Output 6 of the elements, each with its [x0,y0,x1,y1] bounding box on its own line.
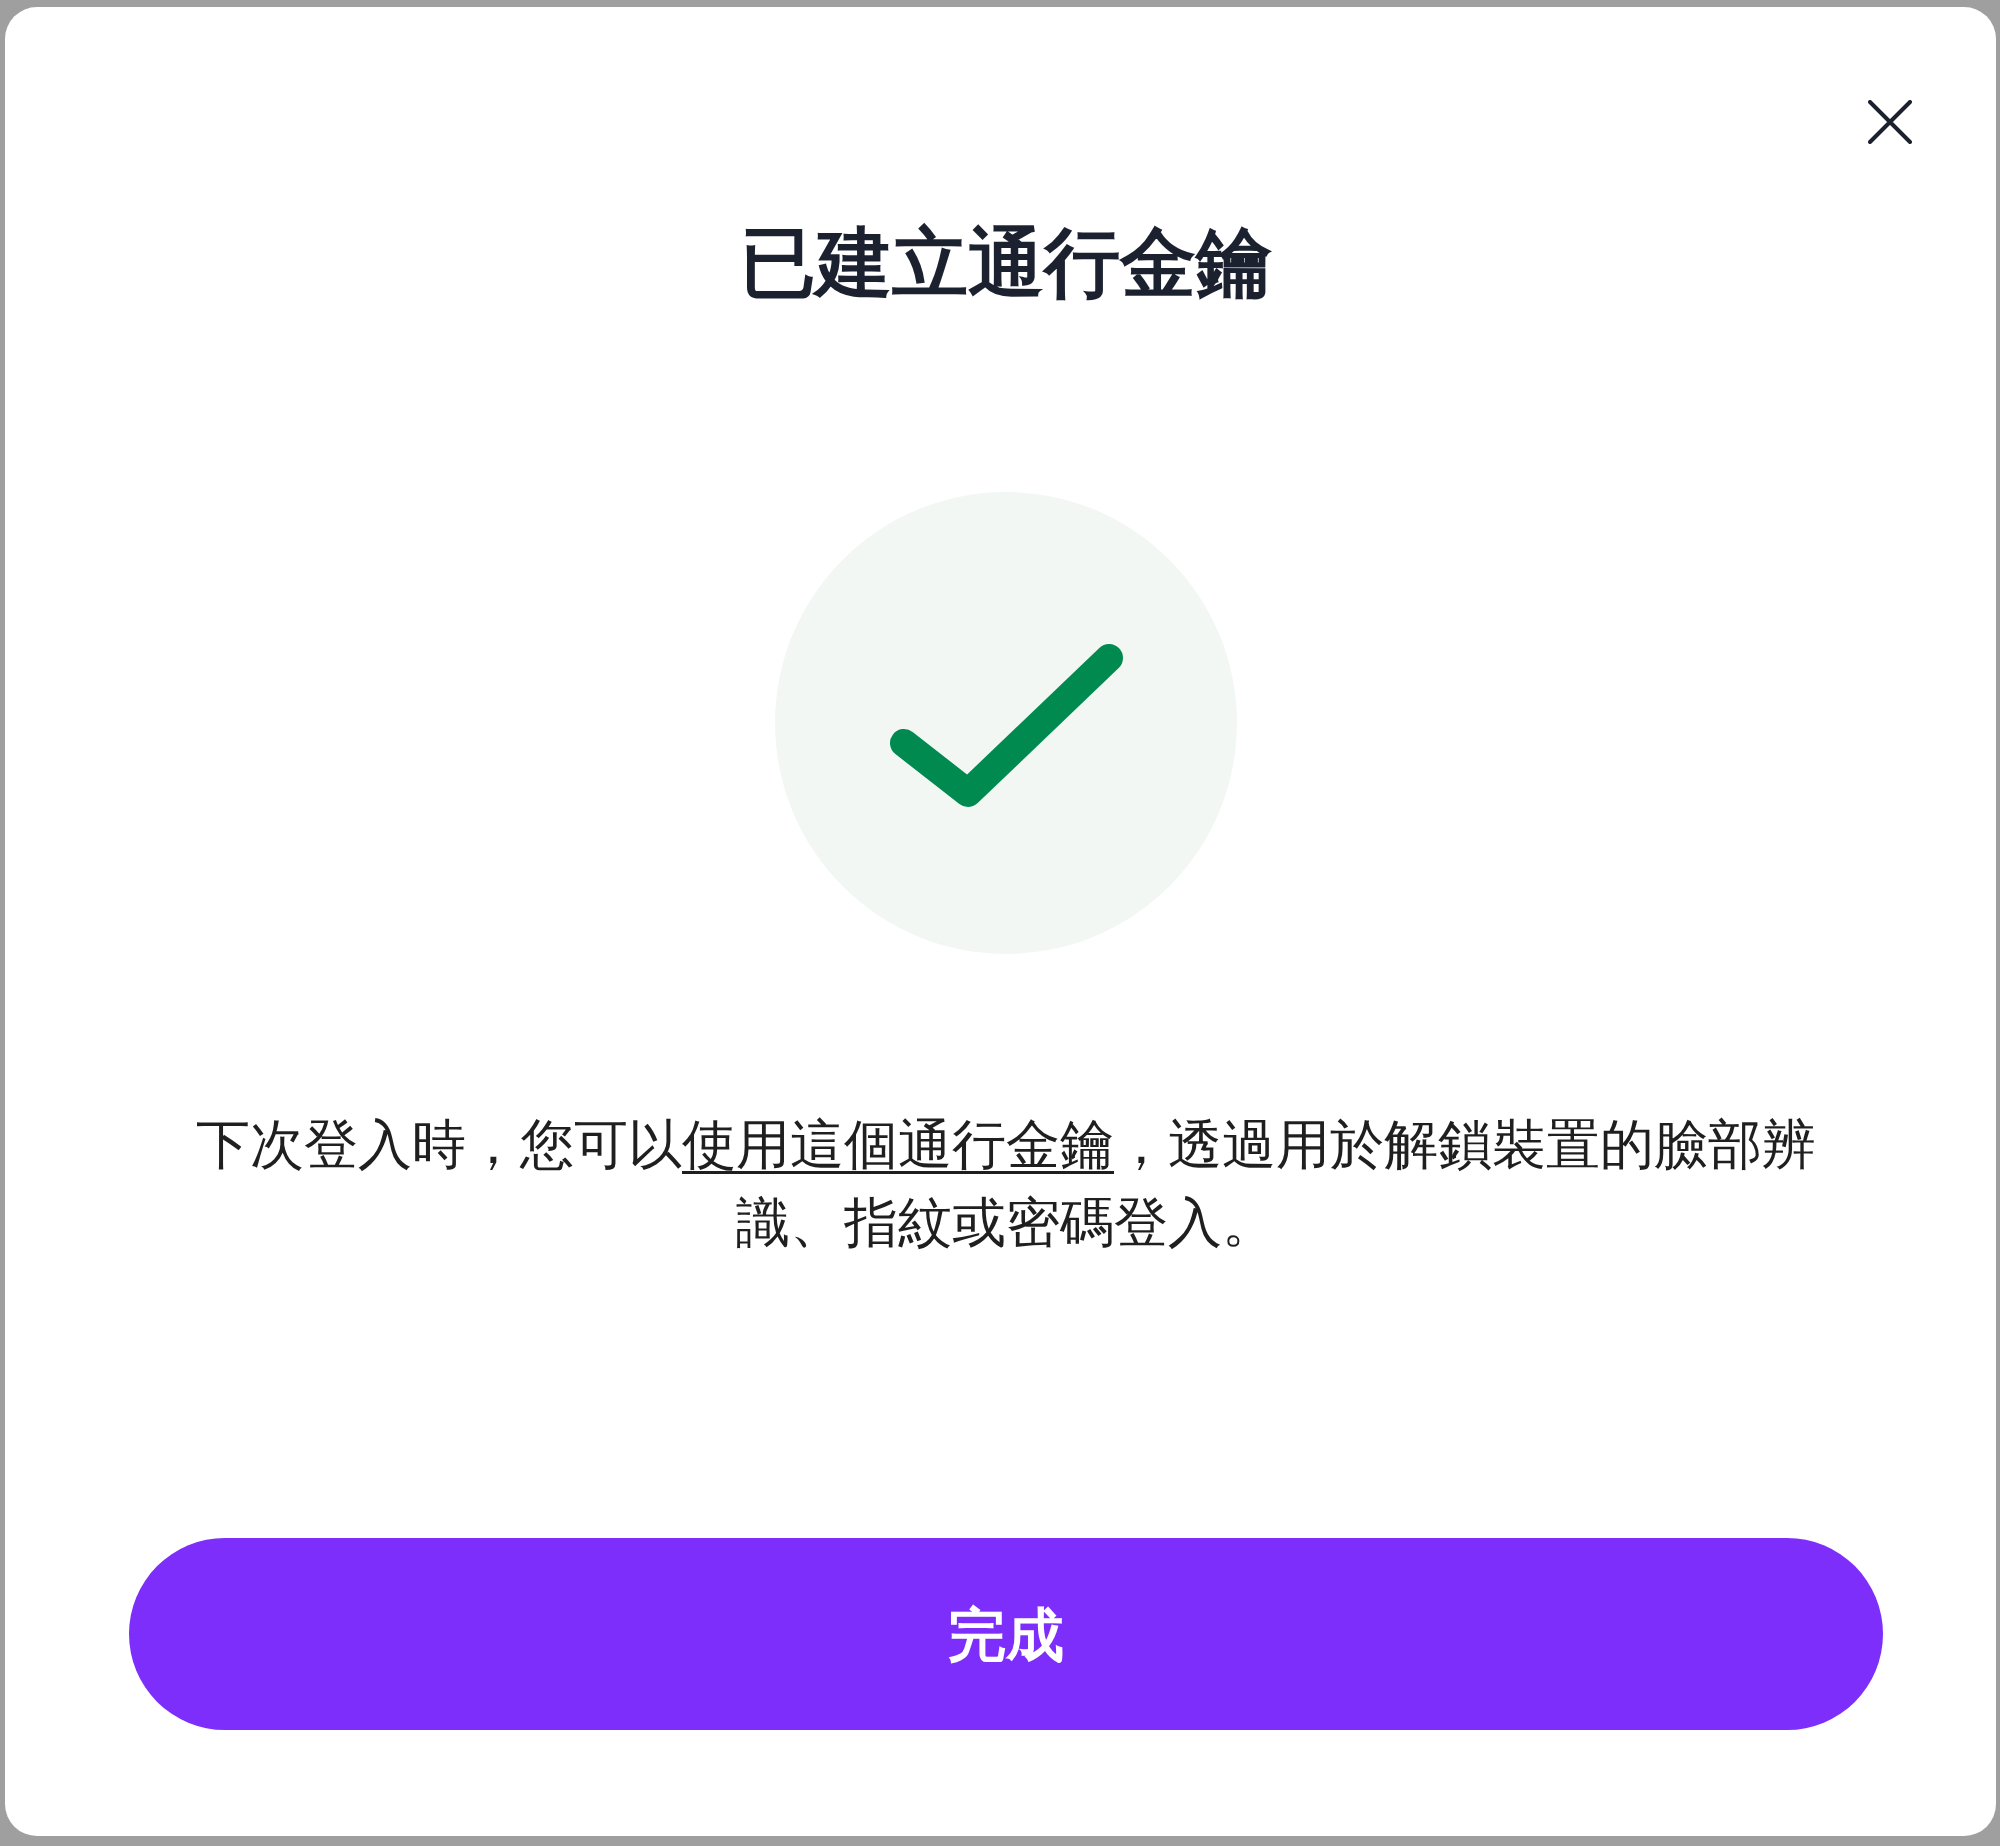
passkey-link[interactable]: 使用這個通行金鑰 [682,1114,1114,1174]
done-button[interactable]: 完成 [129,1538,1883,1730]
check-icon [775,492,1237,954]
close-icon [1868,100,1912,144]
message-text: 下次登入時，您可以使用這個通行金鑰，透過用於解鎖裝置的臉部辨識、指紋或密碼登入。 [195,1113,1817,1254]
dialog-title: 已建立通行金鑰 [740,219,1272,307]
